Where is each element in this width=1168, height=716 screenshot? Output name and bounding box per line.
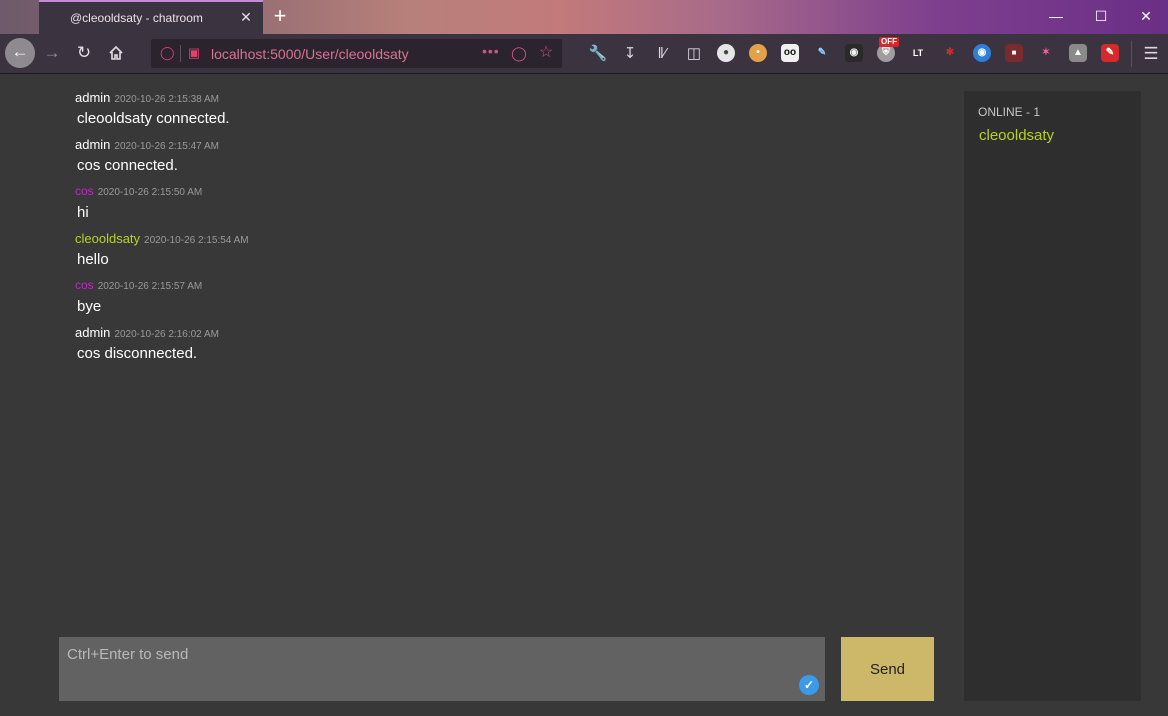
extension-palette-icon[interactable]: •	[749, 44, 767, 62]
arrow-left-icon: ←	[11, 42, 29, 61]
sidebar-icon[interactable]: ◫	[683, 43, 705, 65]
message-author[interactable]: cos	[75, 184, 94, 198]
message-header: admin 2020-10-26 2:15:38 AM	[75, 90, 935, 108]
message-header: cleooldsaty 2020-10-26 2:15:54 AM	[75, 231, 935, 249]
extension-gray-red-icon[interactable]: ■	[1005, 44, 1023, 62]
extension-disc-icon[interactable]: ●	[717, 44, 735, 62]
extension-wolf-icon[interactable]: ▲	[1069, 44, 1087, 62]
home-button[interactable]	[102, 39, 130, 67]
tab-close-icon[interactable]: ✕	[238, 9, 254, 25]
message-text: cos disconnected.	[77, 345, 198, 362]
forward-button[interactable]: →	[38, 39, 66, 67]
online-user-item[interactable]: cleooldsaty	[979, 127, 1054, 144]
chat-message: admin 2020-10-26 2:15:47 AM cos connected.	[75, 137, 935, 179]
library-icon[interactable]: ‖⁄	[651, 43, 673, 65]
url-text[interactable]: localhost:5000/User/cleooldsaty	[211, 46, 409, 62]
chat-message: cos 2020-10-26 2:15:57 AM bye	[75, 278, 935, 320]
page-actions-more-icon[interactable]: •••	[482, 43, 500, 59]
hamburger-menu-icon[interactable]: ☰	[1140, 43, 1162, 65]
message-timestamp: 2020-10-26 2:15:54 AM	[144, 235, 249, 246]
chatroom-page: admin 2020-10-26 2:15:38 AM cleooldsaty co…	[0, 75, 1168, 716]
message-author[interactable]: admin	[75, 137, 110, 152]
check-badge-icon: ✓	[799, 675, 819, 695]
extension-bug-icon[interactable]: ✱	[941, 44, 959, 62]
extension-pen-icon[interactable]: ✎	[813, 44, 831, 62]
extension-globe-icon[interactable]: ◉	[973, 44, 991, 62]
message-text: cleooldsaty connected.	[77, 110, 230, 127]
message-timestamp: 2020-10-26 2:16:02 AM	[114, 329, 219, 340]
message-timestamp: 2020-10-26 2:15:47 AM	[114, 141, 219, 152]
window-close-button[interactable]: ✕	[1124, 4, 1168, 28]
pocket-icon[interactable]: ◯	[510, 44, 528, 62]
send-button[interactable]: Send	[841, 637, 934, 701]
message-header: cos 2020-10-26 2:15:50 AM	[75, 184, 935, 202]
url-bar[interactable]: ◯ ▣ localhost:5000/User/cleooldsaty ••• …	[151, 39, 562, 68]
browser-navbar: ← → ↻ ◯ ▣ localhost:5000/User/cleooldsat…	[0, 34, 1168, 74]
chat-message: cleooldsaty 2020-10-26 2:15:54 AM hello	[75, 231, 935, 273]
message-author[interactable]: admin	[75, 90, 110, 105]
bookmark-star-icon[interactable]: ☆	[537, 44, 555, 62]
home-icon	[109, 45, 123, 60]
message-author[interactable]: admin	[75, 325, 110, 340]
message-text: bye	[77, 298, 102, 315]
url-separator	[180, 45, 181, 62]
message-input[interactable]	[59, 637, 825, 701]
back-button[interactable]: ←	[5, 38, 35, 68]
extension-eyes-icon[interactable]: oo	[781, 44, 799, 62]
window-maximize-button[interactable]: ☐	[1079, 4, 1123, 28]
message-text: cos connected.	[77, 157, 178, 174]
online-count-header: ONLINE - 1	[978, 105, 1041, 119]
message-timestamp: 2020-10-26 2:15:38 AM	[114, 94, 219, 105]
online-users-panel: ONLINE - 1 cleooldsaty	[964, 91, 1141, 701]
extension-lt-icon[interactable]: LT	[909, 44, 927, 62]
tab-title: @cleooldsaty - chatroom	[70, 11, 203, 25]
extension-red-square-icon[interactable]: ✎	[1101, 44, 1119, 62]
message-timestamp: 2020-10-26 2:15:57 AM	[97, 281, 203, 292]
page-info-icon[interactable]: ▣	[187, 45, 201, 61]
chat-message: cos 2020-10-26 2:15:50 AM hi	[75, 184, 935, 226]
message-header: admin 2020-10-26 2:16:02 AM	[75, 325, 935, 343]
message-text: hi	[77, 204, 89, 221]
new-tab-button[interactable]: +	[270, 4, 290, 28]
message-author[interactable]: cos	[75, 278, 94, 292]
message-header: cos 2020-10-26 2:15:57 AM	[75, 278, 935, 296]
extension-monkey-icon[interactable]: ◉	[845, 44, 863, 62]
chat-message: admin 2020-10-26 2:16:02 AM cos disconnect…	[75, 325, 935, 367]
message-composer[interactable]: ✓	[59, 637, 825, 701]
message-text: hello	[77, 251, 109, 268]
browser-titlebar: @cleooldsaty - chatroom ✕ + — ☐ ✕	[0, 0, 1168, 34]
wrench-icon[interactable]: 🔧	[587, 43, 609, 65]
browser-tab-active[interactable]: @cleooldsaty - chatroom ✕	[39, 0, 263, 34]
tracking-shield-icon[interactable]: ◯	[160, 45, 175, 61]
message-author[interactable]: cleooldsaty	[75, 231, 140, 246]
reload-button[interactable]: ↻	[70, 39, 98, 67]
extension-asterisk-icon[interactable]: ✶	[1037, 44, 1055, 62]
message-list: admin 2020-10-26 2:15:38 AM cleooldsaty co…	[75, 90, 935, 372]
reload-icon: ↻	[76, 43, 92, 62]
toolbar-separator	[1131, 41, 1132, 67]
extension-off-badge: OFF	[879, 37, 899, 47]
arrow-right-icon: →	[43, 43, 61, 62]
chat-message: admin 2020-10-26 2:15:38 AM cleooldsaty co…	[75, 90, 935, 132]
window-minimize-button[interactable]: —	[1034, 4, 1078, 28]
message-timestamp: 2020-10-26 2:15:50 AM	[97, 187, 203, 198]
download-icon[interactable]: ↧	[619, 43, 641, 65]
message-header: admin 2020-10-26 2:15:47 AM	[75, 137, 935, 155]
